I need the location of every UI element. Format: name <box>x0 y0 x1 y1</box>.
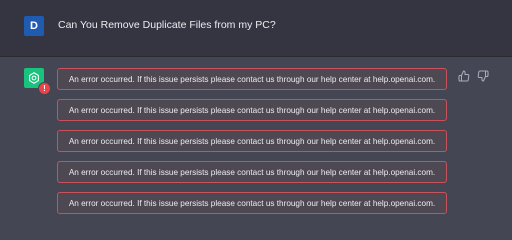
error-list: An error occurred. If this issue persist… <box>57 68 449 223</box>
user-message-row: D Can You Remove Duplicate Files from my… <box>0 0 512 57</box>
feedback-buttons <box>458 69 489 82</box>
error-message: An error occurred. If this issue persist… <box>57 68 447 90</box>
error-message: An error occurred. If this issue persist… <box>57 192 447 214</box>
error-message: An error occurred. If this issue persist… <box>57 99 447 121</box>
user-avatar: D <box>24 16 44 36</box>
user-message-text: Can You Remove Duplicate Files from my P… <box>58 19 276 31</box>
thumbs-down-icon[interactable] <box>477 69 489 82</box>
error-message: An error occurred. If this issue persist… <box>57 130 447 152</box>
assistant-message-row: ! An error occurred. If this issue persi… <box>0 57 512 225</box>
error-alert-icon: ! <box>38 82 51 95</box>
thumbs-up-icon[interactable] <box>458 69 470 82</box>
error-message: An error occurred. If this issue persist… <box>57 161 447 183</box>
